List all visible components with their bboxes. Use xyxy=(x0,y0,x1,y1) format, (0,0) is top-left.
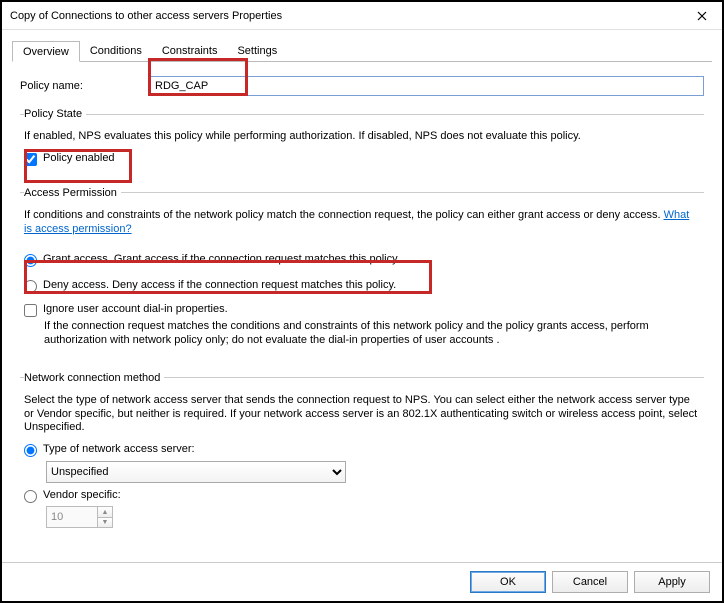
chevron-down-icon: ▼ xyxy=(98,517,112,527)
dialog-footer: OK Cancel Apply xyxy=(2,562,722,601)
close-button[interactable] xyxy=(682,2,722,30)
ignore-dialin-label: Ignore user account dial-in properties. xyxy=(43,303,228,315)
window-title: Copy of Connections to other access serv… xyxy=(10,10,682,22)
ignore-dialin-desc: If the connection request matches the co… xyxy=(44,320,700,348)
policy-enabled-label: Policy enabled xyxy=(43,152,115,164)
vendor-specific-spinner[interactable]: ▲ ▼ xyxy=(46,506,113,528)
access-permission-desc: If conditions and constraints of the net… xyxy=(24,209,700,237)
policy-state-legend: Policy State xyxy=(24,108,86,120)
ignore-dialin-checkbox[interactable] xyxy=(24,304,37,317)
titlebar: Copy of Connections to other access serv… xyxy=(2,2,722,30)
tab-overview[interactable]: Overview xyxy=(12,41,80,62)
access-permission-legend: Access Permission xyxy=(24,187,121,199)
vendor-specific-value xyxy=(47,507,97,527)
tab-constraints[interactable]: Constraints xyxy=(152,41,228,62)
tab-panel-overview: Policy name: Policy State If enabled, NP… xyxy=(12,62,712,550)
policy-name-input[interactable] xyxy=(150,76,704,96)
chevron-up-icon: ▲ xyxy=(98,507,112,517)
policy-enabled-checkbox[interactable] xyxy=(24,153,37,166)
apply-button[interactable]: Apply xyxy=(634,571,710,593)
ncm-desc: Select the type of network access server… xyxy=(24,394,700,435)
ok-button[interactable]: OK xyxy=(470,571,546,593)
network-connection-method-group: Network connection method Select the typ… xyxy=(20,372,704,536)
vendor-specific-radio[interactable] xyxy=(24,490,37,503)
policy-state-group: Policy State If enabled, NPS evaluates t… xyxy=(20,108,704,177)
tab-strip: Overview Conditions Constraints Settings xyxy=(12,40,712,62)
close-icon xyxy=(697,11,707,21)
nas-type-select[interactable]: Unspecified xyxy=(46,461,346,483)
access-permission-group: Access Permission If conditions and cons… xyxy=(20,187,704,362)
vendor-specific-label: Vendor specific: xyxy=(43,489,121,501)
grant-access-label: Grant access. Grant access if the connec… xyxy=(43,253,400,265)
policy-state-desc: If enabled, NPS evaluates this policy wh… xyxy=(24,130,700,144)
deny-access-label: Deny access. Deny access if the connecti… xyxy=(43,279,396,291)
tab-settings[interactable]: Settings xyxy=(227,41,287,62)
ncm-legend: Network connection method xyxy=(24,372,164,384)
deny-access-radio[interactable] xyxy=(24,280,37,293)
nas-type-label: Type of network access server: xyxy=(43,443,195,455)
tab-conditions[interactable]: Conditions xyxy=(80,41,152,62)
policy-name-label: Policy name: xyxy=(20,80,150,92)
nas-type-radio[interactable] xyxy=(24,444,37,457)
cancel-button[interactable]: Cancel xyxy=(552,571,628,593)
grant-access-radio[interactable] xyxy=(24,254,37,267)
